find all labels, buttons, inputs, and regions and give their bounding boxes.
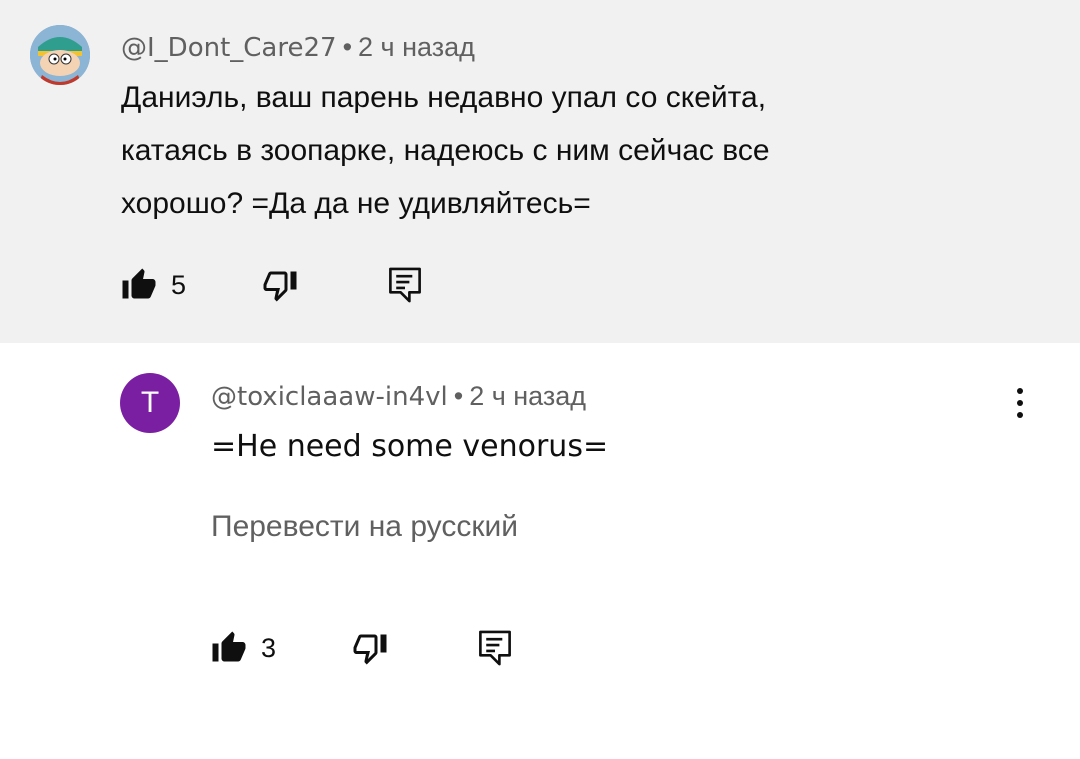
dislike-button[interactable] <box>262 267 298 303</box>
more-vert-icon <box>1010 388 1030 418</box>
reply-button[interactable] <box>387 266 423 304</box>
like-button[interactable]: 5 <box>121 267 186 303</box>
reply-time[interactable]: 2 ч назад <box>469 381 586 411</box>
reply-button[interactable] <box>477 629 513 667</box>
comment-author[interactable]: @I_Dont_Care27 <box>121 33 337 63</box>
thumbs-up-filled-icon <box>211 630 247 666</box>
top-comment: @I_Dont_Care27 • 2 ч назад Даниэль, ваш па… <box>0 0 1080 343</box>
comment-meta: @I_Dont_Care27 • 2 ч назад <box>121 32 475 63</box>
thumbs-down-outline-icon <box>352 630 388 666</box>
like-count: 5 <box>171 269 187 300</box>
comment-text: Даниэль, ваш парень недавно упал со скей… <box>121 71 770 230</box>
comment-line: Даниэль, ваш парень недавно упал со скей… <box>121 81 767 114</box>
meta-separator: • <box>453 381 464 411</box>
reply-text: =He need some venorus= <box>211 429 609 464</box>
user-avatar[interactable] <box>30 25 90 85</box>
avatar-image-icon <box>30 25 90 85</box>
meta-separator: • <box>342 32 353 62</box>
comment-time[interactable]: 2 ч назад <box>358 32 475 62</box>
like-button[interactable]: 3 <box>211 630 276 666</box>
thumbs-up-filled-icon <box>121 267 157 303</box>
reply-comment-icon <box>387 266 423 304</box>
comment-line: катаясь в зоопарке, надеюсь с ним сейчас… <box>121 134 770 167</box>
reply-comment: T @toxiclaaaw-in4vl • 2 ч назад =He need s… <box>0 343 1080 759</box>
reply-author[interactable]: @toxiclaaaw-in4vl <box>211 382 448 412</box>
dislike-button[interactable] <box>352 630 388 666</box>
like-count: 3 <box>261 632 277 663</box>
reply-comment-icon <box>477 629 513 667</box>
more-options-button[interactable] <box>1010 388 1030 424</box>
reply-avatar[interactable]: T <box>120 373 180 433</box>
comment-line: хорошо? =Да да не удивляйтесь= <box>121 187 591 220</box>
thumbs-down-outline-icon <box>262 267 298 303</box>
translate-link[interactable]: Перевести на русский <box>211 510 518 544</box>
reply-meta: @toxiclaaaw-in4vl • 2 ч назад <box>211 381 586 412</box>
